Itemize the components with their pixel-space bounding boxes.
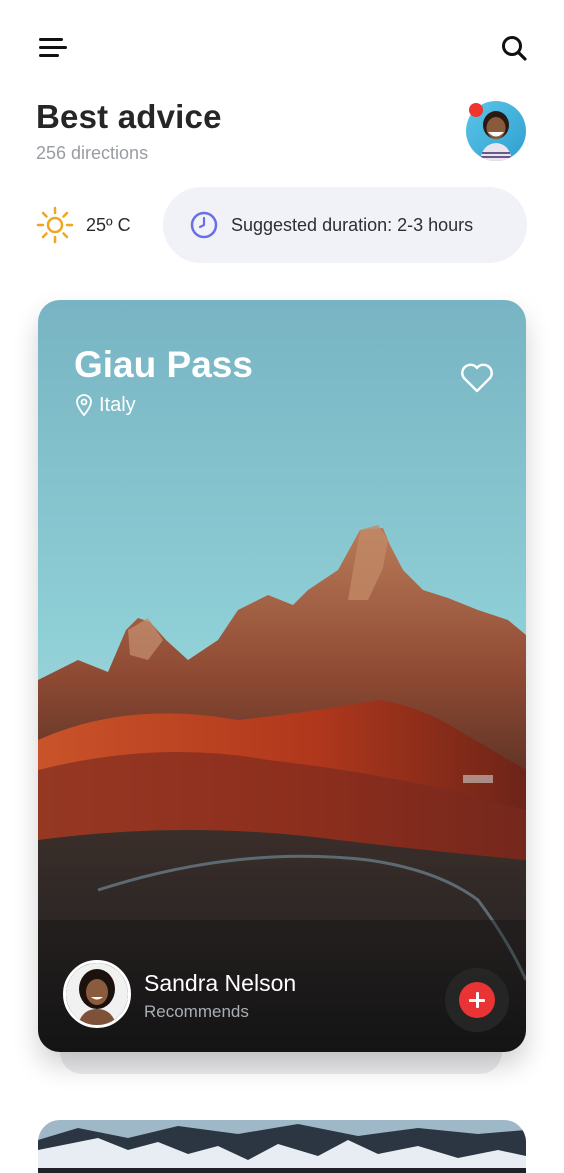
- add-button[interactable]: [445, 968, 509, 1032]
- snowy-mountain-image: [38, 1120, 526, 1173]
- recommender-photo: [66, 963, 128, 1025]
- page-title: Best advice: [36, 98, 222, 135]
- heart-outline-icon: [461, 363, 493, 393]
- duration-text: Suggested duration: 2-3 hours: [231, 214, 474, 235]
- location-text: Italy: [99, 393, 136, 416]
- plus-icon: [459, 982, 495, 1018]
- next-destination-card[interactable]: [38, 1120, 526, 1173]
- clock-icon: [190, 211, 218, 239]
- recommender-avatar[interactable]: [63, 960, 131, 1028]
- destination-location: Italy: [74, 393, 136, 417]
- destination-title: Giau Pass: [74, 344, 253, 385]
- search-button[interactable]: [498, 32, 532, 66]
- weather-info: 25º C: [36, 206, 131, 244]
- suggested-duration-pill: Suggested duration: 2-3 hours: [163, 187, 527, 263]
- menu-button[interactable]: [36, 34, 70, 62]
- sun-icon: [36, 206, 74, 244]
- notification-badge: [469, 103, 483, 117]
- menu-icon-line: [39, 54, 59, 57]
- recommender-label: Recommends: [144, 1002, 249, 1021]
- favorite-button[interactable]: [458, 360, 496, 396]
- destination-card[interactable]: Giau Pass Italy Sandra Nelson Recommends: [38, 300, 526, 1052]
- search-icon: [502, 36, 527, 61]
- recommender-name: Sandra Nelson: [144, 970, 297, 996]
- top-bar: [0, 0, 564, 96]
- temperature-text: 25º C: [86, 214, 131, 235]
- menu-icon-line: [39, 46, 67, 49]
- menu-icon-line: [39, 38, 63, 41]
- page-subtitle: 256 directions: [36, 143, 149, 163]
- location-pin-icon: [76, 394, 92, 417]
